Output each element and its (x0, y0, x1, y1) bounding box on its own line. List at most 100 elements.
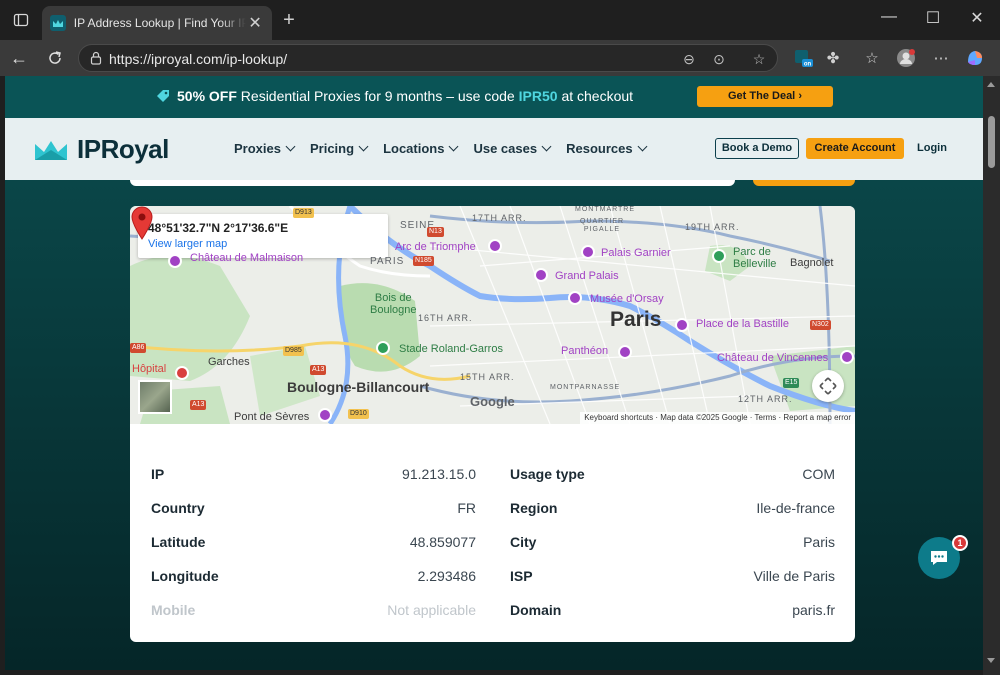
view-larger-map-link[interactable]: View larger map (148, 238, 378, 250)
location-pin-icon[interactable] (130, 206, 154, 240)
create-account-button[interactable]: Create Account (806, 138, 904, 159)
info-value: paris.fr (792, 602, 835, 618)
info-key: ISP (510, 568, 533, 584)
info-value: 2.293486 (417, 568, 476, 584)
scroll-down-icon[interactable] (987, 658, 995, 663)
info-row-mobile: Mobile Not applicable (151, 602, 476, 622)
info-value: Not applicable (387, 602, 476, 618)
chevron-down-icon (285, 141, 296, 152)
site-header: IPRoyal Proxies Pricing Locations Use ca… (5, 118, 983, 180)
palais-garnier-label: Palais Garnier (601, 247, 671, 259)
info-value: Ile-de-france (756, 500, 835, 516)
belleville-label: Parc de Belleville (733, 246, 777, 270)
favorites-icon[interactable]: ☆ (862, 48, 882, 68)
menu-label: Pricing (309, 141, 355, 156)
scroll-up-icon[interactable] (987, 82, 995, 87)
deal-label: Get The Deal (728, 90, 796, 102)
logo-text: IPRoyal (77, 134, 169, 164)
info-key: Country (151, 500, 205, 516)
bastille-icon[interactable] (675, 318, 689, 332)
tab-close-icon[interactable]: ✕ (246, 13, 264, 33)
info-value: 48.859077 (409, 534, 476, 550)
new-tab-icon[interactable]: + (278, 10, 300, 32)
musee-orsay-icon[interactable] (568, 291, 582, 305)
keyboard-shortcuts-link[interactable]: Keyboard shortcuts (584, 413, 653, 422)
pont-sevres-label: Pont de Sèvres (234, 411, 310, 423)
active-tab[interactable]: IP Address Lookup | Find Your IP L ✕ (42, 6, 272, 40)
grand-palais-label: Grand Palais (555, 270, 619, 282)
satellite-toggle-button[interactable] (138, 380, 172, 414)
extension-on-icon[interactable]: on (793, 48, 813, 68)
info-value: Ville de Paris (753, 568, 835, 584)
menu-label: Proxies (234, 141, 281, 156)
info-row-ip: IP 91.213.15.0 (151, 466, 476, 486)
menu-proxies[interactable]: Proxies (234, 141, 296, 156)
stade-label: Stade Roland-Garros (399, 343, 503, 355)
extensions-puzzle-icon[interactable]: ✤ (823, 48, 843, 68)
arr-label: 15TH ARR. (460, 372, 515, 382)
iproyal-logo[interactable]: IPRoyal (33, 134, 169, 165)
info-key: Longitude (151, 568, 219, 584)
arr-label: 17TH ARR. (472, 213, 527, 223)
info-key: Domain (510, 602, 562, 618)
grand-palais-icon[interactable] (534, 268, 548, 282)
road-tag: A86 (130, 343, 147, 353)
chevron-down-icon (358, 141, 369, 152)
road-tag: N13 (427, 227, 444, 237)
book-demo-button[interactable]: Book a Demo (715, 138, 799, 159)
favorite-star-icon[interactable]: ☆ (749, 49, 769, 69)
info-row-region: Region Ile-de-france (510, 500, 835, 520)
get-the-deal-button[interactable]: Get The Deal › (697, 86, 833, 107)
window-close-icon[interactable]: ✕ (965, 8, 989, 28)
vincennes-icon[interactable] (840, 350, 854, 364)
pont-sevres-icon[interactable] (318, 408, 332, 422)
promo-suffix: at checkout (561, 88, 634, 104)
fullscreen-button[interactable] (812, 370, 844, 402)
tab-actions-button[interactable] (8, 8, 34, 32)
reader-icon[interactable]: ⊙ (709, 49, 729, 69)
map-footer: Keyboard shortcuts · Map data ©2025 Goog… (580, 412, 855, 424)
arc-triomphe-icon[interactable] (488, 239, 502, 253)
stade-icon[interactable] (376, 341, 390, 355)
garches-label: Garches (208, 356, 250, 368)
login-link[interactable]: Login (917, 142, 947, 154)
iproyal-favicon-icon (50, 15, 66, 31)
hospital-icon[interactable] (175, 366, 189, 380)
page-scrollbar[interactable] (983, 76, 1000, 675)
info-key: Latitude (151, 534, 206, 550)
site-info-icon[interactable] (89, 51, 103, 65)
tab-actions-icon (13, 13, 29, 27)
info-row-city: City Paris (510, 534, 835, 554)
chevron-down-icon (541, 141, 552, 152)
google-map[interactable]: 48°51'32.7"N 2°17'36.6"E View larger map… (130, 206, 855, 424)
main-menu: Proxies Pricing Locations Use cases Reso… (234, 141, 662, 156)
arr-label: QUARTIER PIGALLE (580, 218, 625, 233)
more-menu-icon[interactable]: ⋯ (931, 48, 951, 68)
bois-boulogne-label: Bois de Boulogne (370, 292, 417, 316)
chat-notification-badge: 1 (952, 535, 968, 551)
menu-use-cases[interactable]: Use cases (473, 141, 552, 156)
ip-search-input[interactable] (130, 180, 735, 186)
menu-locations[interactable]: Locations (383, 141, 459, 156)
chat-bubble-icon (931, 551, 947, 565)
zoom-icon[interactable]: ⊖ (679, 49, 699, 69)
pantheon-icon[interactable] (618, 345, 632, 359)
address-bar[interactable]: https://iproyal.com/ip-lookup/ ⊖ ⊙ ☆ (78, 44, 778, 72)
url-text: https://iproyal.com/ip-lookup/ (109, 51, 288, 67)
menu-resources[interactable]: Resources (566, 141, 648, 156)
malmaison-icon[interactable] (168, 254, 182, 268)
palais-garnier-icon[interactable] (581, 245, 595, 259)
copilot-icon[interactable] (965, 48, 985, 68)
profile-avatar-icon[interactable] (896, 48, 916, 68)
road-tag: E15 (783, 378, 800, 388)
report-error-link[interactable]: Report a map error (783, 413, 851, 422)
belleville-park-icon[interactable] (712, 249, 726, 263)
refresh-icon[interactable] (42, 46, 68, 70)
maximize-icon[interactable]: ☐ (921, 8, 945, 28)
terms-link[interactable]: Terms (755, 413, 777, 422)
scroll-thumb[interactable] (988, 116, 995, 168)
menu-pricing[interactable]: Pricing (309, 141, 369, 156)
search-button[interactable] (753, 180, 855, 186)
back-icon[interactable]: ← (6, 46, 32, 70)
minimize-icon[interactable]: — (877, 8, 901, 26)
